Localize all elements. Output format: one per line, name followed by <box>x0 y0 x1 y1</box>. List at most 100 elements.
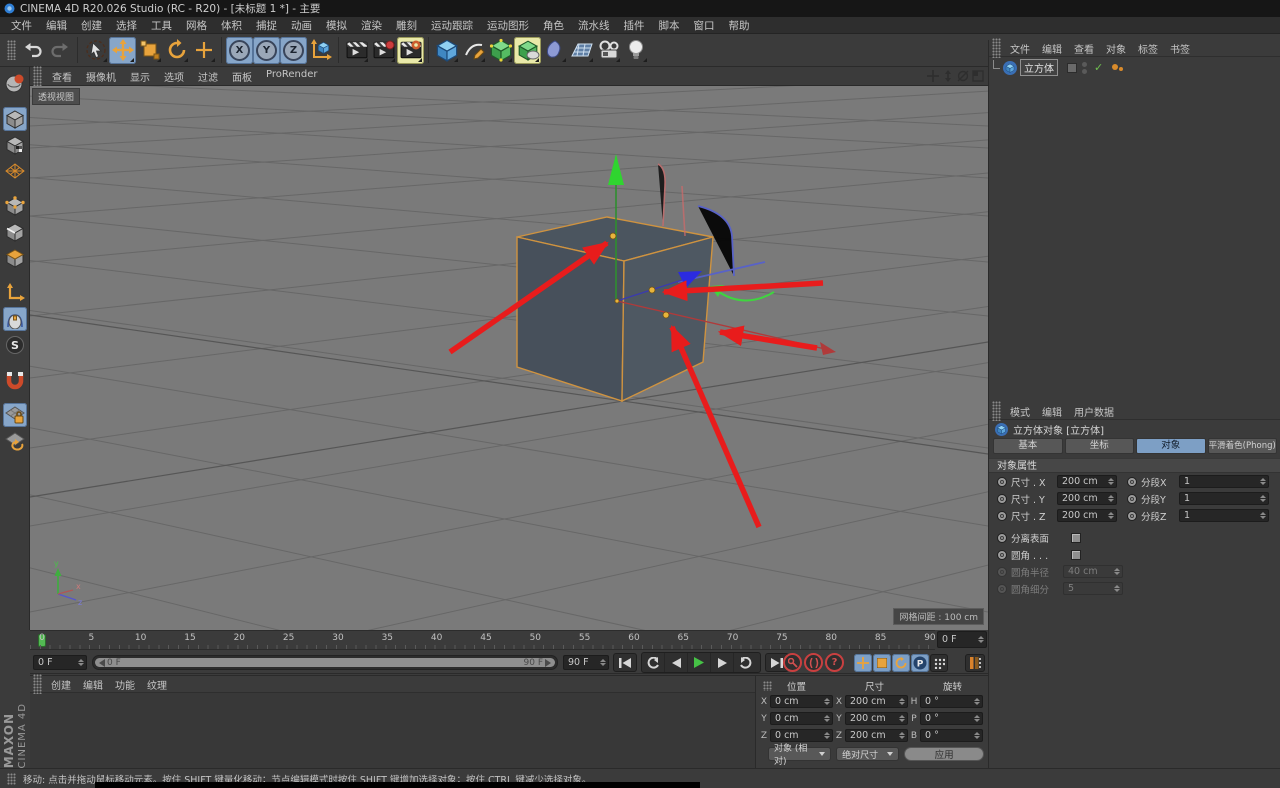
menu-item[interactable]: 工具 <box>144 18 179 33</box>
attribute-menu-item[interactable]: 编辑 <box>1036 404 1068 419</box>
enable-axis-button[interactable] <box>3 281 27 305</box>
viewport-toggle-icon[interactable] <box>971 70 984 83</box>
current-frame-field[interactable]: 0 F <box>33 655 87 670</box>
undo-button[interactable] <box>19 37 46 64</box>
rotate-tool-button[interactable] <box>163 37 190 64</box>
toolbar-grip-icon[interactable] <box>7 40 16 60</box>
material-menu-item[interactable]: 创建 <box>45 677 77 692</box>
keyframe-dot-icon[interactable] <box>1127 493 1137 504</box>
point-level-animation-toggle[interactable] <box>930 654 948 672</box>
tab-phong[interactable]: 平滑着色(Phong) <box>1207 438 1277 454</box>
go-to-start-button[interactable] <box>613 653 637 672</box>
menu-item[interactable]: 创建 <box>74 18 109 33</box>
keyframe-dot-icon[interactable] <box>997 532 1007 543</box>
viewport-grip-icon[interactable] <box>33 66 42 86</box>
object-manager-menu-item[interactable]: 查看 <box>1068 41 1100 56</box>
size-mode-dropdown[interactable]: 绝对尺寸 <box>836 747 900 761</box>
menu-item[interactable]: 插件 <box>617 18 652 33</box>
viewport-menu-item[interactable]: 选项 <box>157 69 191 84</box>
viewport-zoom-icon[interactable] <box>941 70 954 83</box>
render-region-button[interactable] <box>370 37 397 64</box>
tab-object[interactable]: 对象 <box>1136 438 1206 454</box>
autokeying-button[interactable] <box>804 653 823 672</box>
spline-pen-button[interactable] <box>460 37 487 64</box>
viewport-canvas[interactable]: y z x 透视视图 网格间距 : 100 cm <box>30 86 988 630</box>
menu-item[interactable]: 雕刻 <box>389 18 424 33</box>
record-position-toggle[interactable] <box>854 654 872 672</box>
visibility-dots-icon[interactable] <box>1082 61 1087 74</box>
workplane-mode-button[interactable] <box>3 159 27 183</box>
edges-mode-button[interactable] <box>3 220 27 244</box>
object-manager-menu-item[interactable]: 书签 <box>1164 41 1196 56</box>
record-rotation-toggle[interactable] <box>892 654 910 672</box>
menu-item[interactable]: 网格 <box>179 18 214 33</box>
material-menu-item[interactable]: 纹理 <box>141 677 173 692</box>
workplane-button[interactable] <box>3 429 27 453</box>
live-selection-button[interactable] <box>82 37 109 64</box>
deformer-button[interactable] <box>514 36 541 64</box>
viewport-solo-button[interactable] <box>2 307 27 331</box>
redo-button[interactable] <box>46 37 73 64</box>
keyframe-dot-icon[interactable] <box>997 476 1007 487</box>
record-parameter-toggle[interactable]: P <box>911 654 929 672</box>
apply-button[interactable]: 应用 <box>904 747 984 761</box>
enable-snap-button[interactable] <box>3 368 27 392</box>
timeline-ruler[interactable]: 0 5 10 15 20 25 30 35 40 45 50 55 60 65 70 75 80 85 90 <box>30 630 936 650</box>
move-tool-button[interactable] <box>109 36 136 64</box>
object-manager-menu-item[interactable]: 文件 <box>1004 41 1036 56</box>
menu-item[interactable]: 捕捉 <box>249 18 284 33</box>
viewport-menu-item[interactable]: 过滤 <box>191 69 225 84</box>
menu-item[interactable]: 流水线 <box>571 18 617 33</box>
lock-z-axis-button[interactable]: Z <box>280 36 307 64</box>
object-manager-menu-item[interactable]: 对象 <box>1100 41 1132 56</box>
make-editable-button[interactable] <box>3 72 27 96</box>
fillet-checkbox[interactable] <box>1071 549 1081 560</box>
size-z-field-bottom[interactable]: 200 cm <box>845 729 908 742</box>
record-active-objects-button[interactable] <box>783 653 802 672</box>
viewport-rotate-icon[interactable] <box>956 70 969 83</box>
rotation-h-field[interactable]: 0 ° <box>920 695 983 708</box>
render-view-button[interactable] <box>343 37 370 64</box>
go-to-next-key-button[interactable] <box>734 653 757 672</box>
viewport-menu-item[interactable]: 摄像机 <box>79 69 123 84</box>
size-x-field-bottom[interactable]: 200 cm <box>845 695 908 708</box>
menu-item[interactable]: 窗口 <box>687 18 722 33</box>
camera-button[interactable] <box>595 37 622 64</box>
size-y-field-bottom[interactable]: 200 cm <box>845 712 908 725</box>
attribute-manager-grip-icon[interactable] <box>992 401 1001 421</box>
attribute-menu-item[interactable]: 用户数据 <box>1068 404 1120 419</box>
rotation-p-field[interactable]: 0 ° <box>920 712 983 725</box>
size-x-field[interactable]: 200 cm <box>1057 475 1117 488</box>
points-mode-button[interactable] <box>3 194 27 218</box>
viewport-pan-icon[interactable] <box>926 70 939 83</box>
menu-item[interactable]: 模拟 <box>319 18 354 33</box>
size-y-field[interactable]: 200 cm <box>1057 492 1117 505</box>
viewport-menu-item[interactable]: ProRender <box>259 69 324 84</box>
menu-item[interactable]: 脚本 <box>652 18 687 33</box>
seg-x-field[interactable]: 1 <box>1179 475 1269 488</box>
lock-x-axis-button[interactable]: X <box>226 36 253 64</box>
field-object-button[interactable] <box>541 37 568 64</box>
tab-coordinates[interactable]: 坐标 <box>1064 438 1134 454</box>
timeline-range-slider[interactable]: 0 F 90 F <box>92 655 558 670</box>
menu-item[interactable]: 运动跟踪 <box>424 18 480 33</box>
material-menu-item[interactable]: 功能 <box>109 677 141 692</box>
previous-frame-button[interactable] <box>665 653 688 672</box>
object-row-cube[interactable]: 立方体 ✓ <box>989 59 1280 76</box>
object-manager-grip-icon[interactable] <box>992 38 1001 58</box>
cube-object[interactable] <box>516 216 714 403</box>
tab-basic[interactable]: 基本 <box>993 438 1063 454</box>
seg-y-field[interactable]: 1 <box>1179 492 1269 505</box>
menu-item[interactable]: 编辑 <box>39 18 74 33</box>
menu-item[interactable]: 运动图形 <box>480 18 536 33</box>
position-x-field[interactable]: 0 cm <box>770 695 833 708</box>
attribute-menu-item[interactable]: 模式 <box>1004 404 1036 419</box>
seg-z-field[interactable]: 1 <box>1179 509 1269 522</box>
menu-item[interactable]: 文件 <box>4 18 39 33</box>
object-name[interactable]: 立方体 <box>1020 59 1058 76</box>
position-y-field[interactable]: 0 cm <box>770 712 833 725</box>
lock-workplane-button[interactable] <box>2 403 27 427</box>
render-settings-button[interactable] <box>397 36 424 64</box>
model-mode-button[interactable] <box>2 107 27 131</box>
keyframe-dot-icon[interactable] <box>1127 476 1137 487</box>
